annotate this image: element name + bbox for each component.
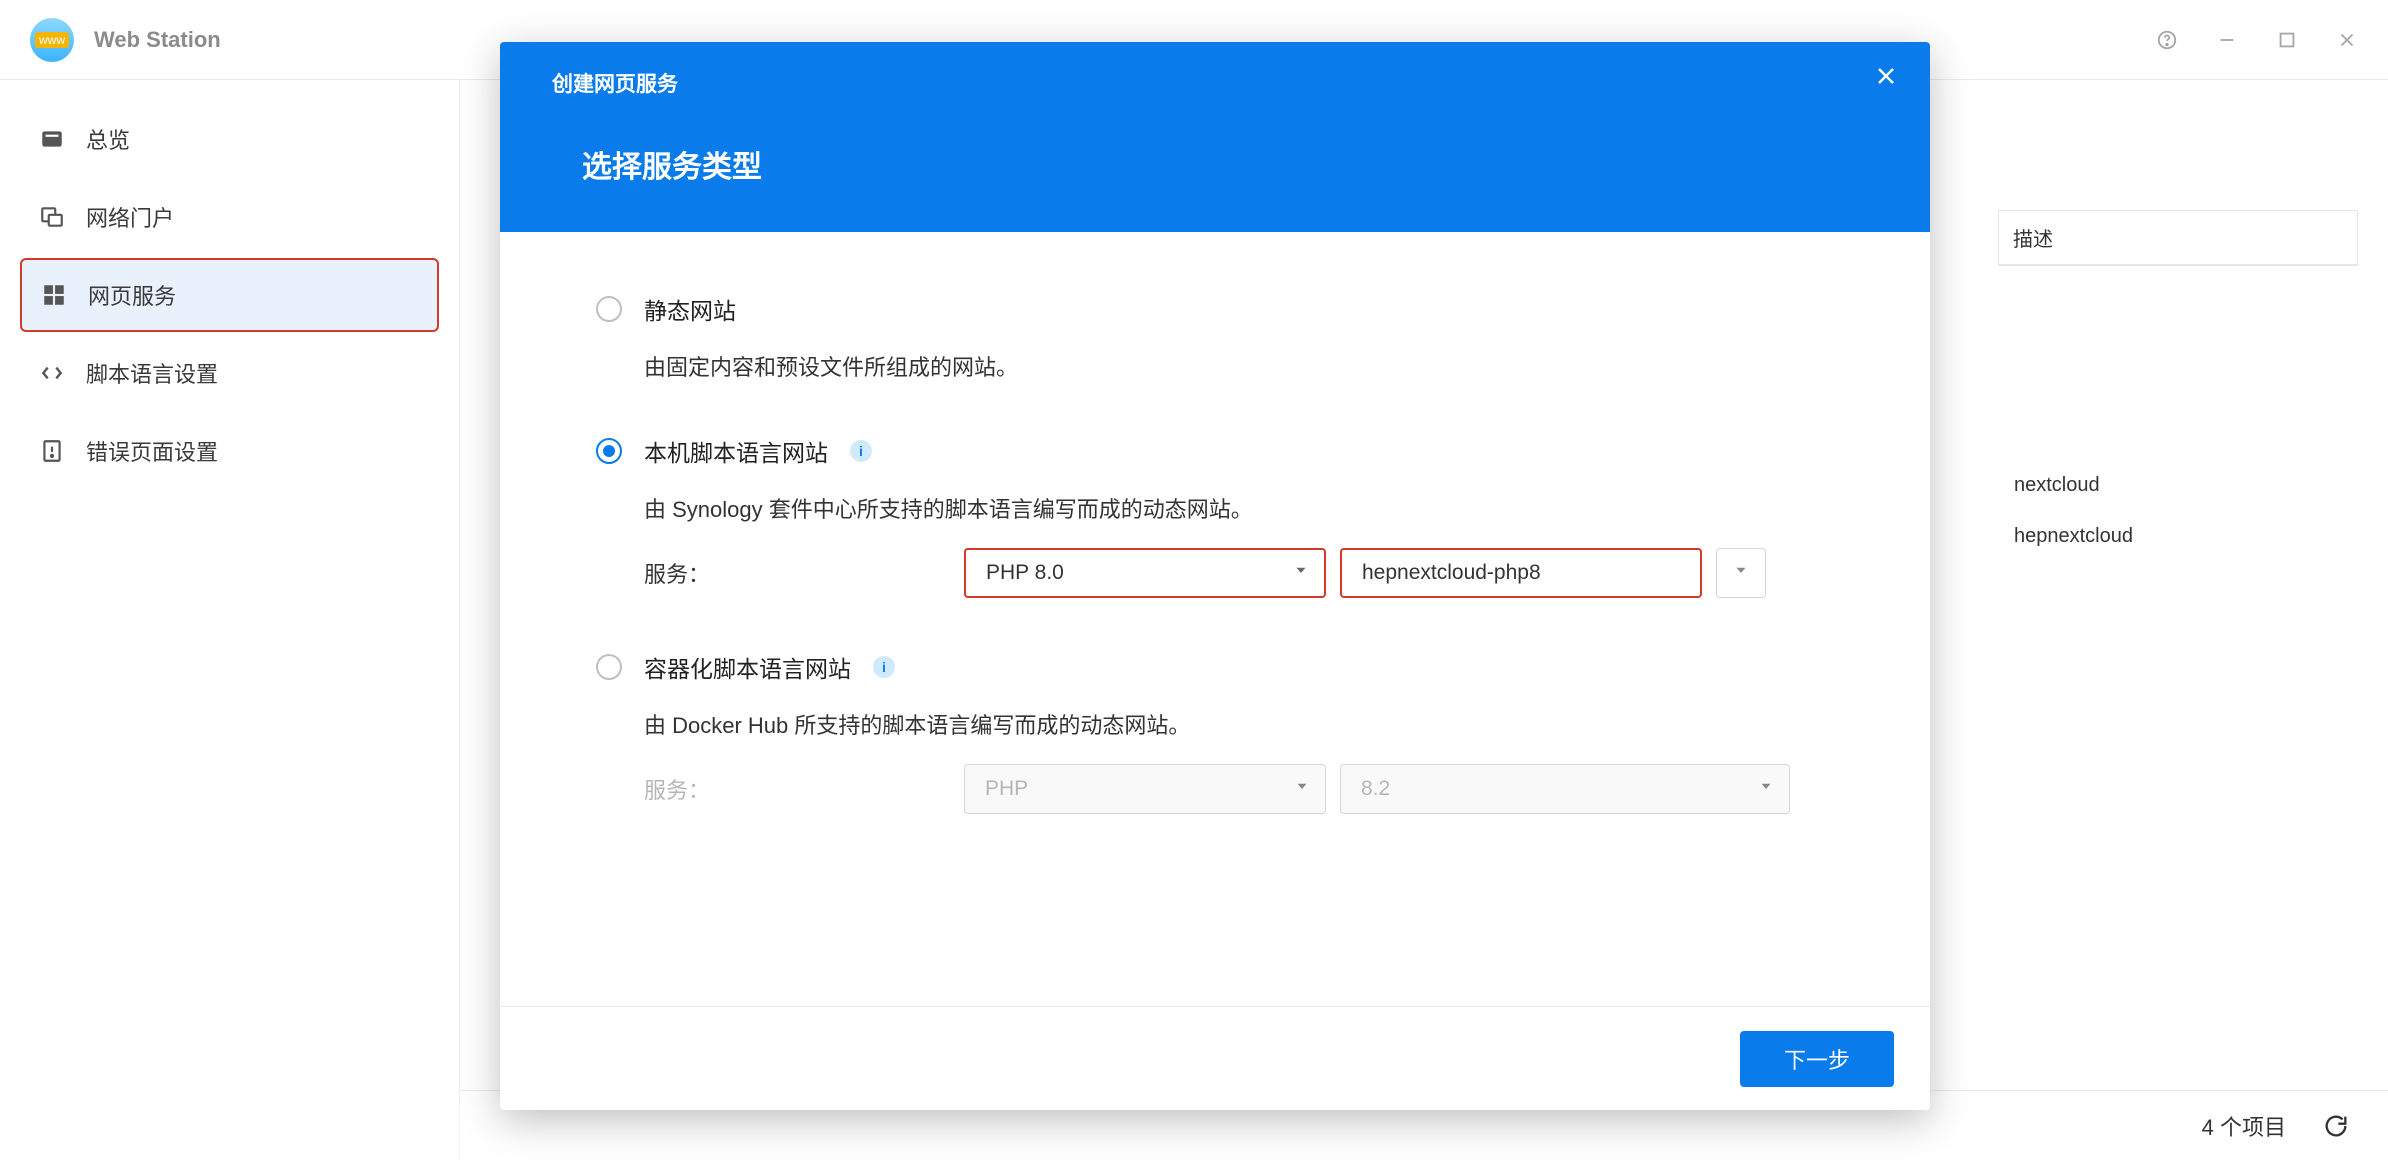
select-runtime[interactable]: PHP 8.0 xyxy=(964,548,1326,598)
close-window-icon[interactable] xyxy=(2336,29,2358,51)
status-item-count: 4 个项目 xyxy=(2202,1110,2286,1142)
sidebar-item-label: 错误页面设置 xyxy=(86,435,218,467)
option-label: 静态网站 xyxy=(644,292,736,326)
app-title: Web Station xyxy=(94,27,221,53)
radio-container-script[interactable] xyxy=(596,654,622,680)
modal-breadcrumb: 创建网页服务 xyxy=(552,68,1878,98)
overview-icon xyxy=(38,126,66,152)
error-page-icon xyxy=(38,438,66,464)
option-description: 由固定内容和预设文件所组成的网站。 xyxy=(644,350,1834,382)
modal-title: 选择服务类型 xyxy=(582,142,1878,186)
select-container-runtime: PHP xyxy=(964,764,1326,814)
sidebar: 总览 网络门户 网页服务 脚本语言设置 xyxy=(0,80,460,1160)
select-profile[interactable]: hepnextcloud-php8 xyxy=(1340,548,1702,598)
info-icon[interactable]: i xyxy=(850,440,872,462)
table-row[interactable]: nextcloud xyxy=(1998,460,2358,511)
select-profile-dropdown[interactable] xyxy=(1716,548,1766,598)
service-label: 服务： xyxy=(644,557,942,589)
reload-button[interactable] xyxy=(2322,1112,2350,1140)
sidebar-item-label: 网络门户 xyxy=(86,201,174,233)
table-rows: nextcloud hepnextcloud xyxy=(1998,460,2358,562)
modal-close-button[interactable] xyxy=(1874,64,1898,91)
select-value: PHP 8.0 xyxy=(986,561,1064,585)
minimize-icon[interactable] xyxy=(2216,29,2238,51)
chevron-down-icon xyxy=(1292,561,1310,585)
chevron-down-icon xyxy=(1293,777,1311,801)
sidebar-item-label: 总览 xyxy=(86,123,130,155)
modal-footer: 下一步 xyxy=(500,1006,1930,1110)
portal-icon xyxy=(38,204,66,230)
select-value: hepnextcloud-php8 xyxy=(1362,561,1541,585)
table-header-row: 描述 xyxy=(1998,210,2358,266)
script-icon xyxy=(38,360,66,386)
info-icon[interactable]: i xyxy=(873,656,895,678)
table-row[interactable]: hepnextcloud xyxy=(1998,511,2358,562)
chevron-down-icon xyxy=(1732,561,1750,585)
select-value: PHP xyxy=(985,777,1028,801)
sidebar-item-portal[interactable]: 网络门户 xyxy=(20,180,439,254)
option-container-script: 容器化脚本语言网站 i 由 Docker Hub 所支持的脚本语言编写而成的动态… xyxy=(596,650,1834,814)
option-label: 容器化脚本语言网站 xyxy=(644,650,851,684)
create-web-service-modal: 创建网页服务 选择服务类型 静态网站 由固定内容和预设文件所组成的网站。 本机脚… xyxy=(500,42,1930,1110)
service-label: 服务： xyxy=(644,773,942,805)
chevron-down-icon xyxy=(1757,777,1775,801)
modal-header: 创建网页服务 选择服务类型 xyxy=(500,42,1930,232)
help-icon[interactable] xyxy=(2156,29,2178,51)
sidebar-item-label: 网页服务 xyxy=(88,279,176,311)
modal-body: 静态网站 由固定内容和预设文件所组成的网站。 本机脚本语言网站 i 由 Syno… xyxy=(500,232,1930,1006)
app-logo: www xyxy=(30,18,74,62)
sidebar-item-label: 脚本语言设置 xyxy=(86,357,218,389)
sidebar-item-error-page[interactable]: 错误页面设置 xyxy=(20,414,439,488)
window-controls xyxy=(2156,29,2358,51)
sidebar-item-overview[interactable]: 总览 xyxy=(20,102,439,176)
table-header-description[interactable]: 描述 xyxy=(1998,210,2358,266)
option-static: 静态网站 由固定内容和预设文件所组成的网站。 xyxy=(596,292,1834,382)
maximize-icon[interactable] xyxy=(2276,29,2298,51)
option-description: 由 Synology 套件中心所支持的脚本语言编写而成的动态网站。 xyxy=(644,492,1834,524)
sidebar-item-web-services[interactable]: 网页服务 xyxy=(20,258,439,332)
select-container-version: 8.2 xyxy=(1340,764,1790,814)
radio-native-script[interactable] xyxy=(596,438,622,464)
next-button[interactable]: 下一步 xyxy=(1740,1031,1894,1087)
radio-static[interactable] xyxy=(596,296,622,322)
web-services-icon xyxy=(40,282,68,308)
select-value: 8.2 xyxy=(1361,777,1390,801)
option-description: 由 Docker Hub 所支持的脚本语言编写而成的动态网站。 xyxy=(644,708,1834,740)
option-native-script: 本机脚本语言网站 i 由 Synology 套件中心所支持的脚本语言编写而成的动… xyxy=(596,434,1834,598)
sidebar-item-script-settings[interactable]: 脚本语言设置 xyxy=(20,336,439,410)
option-label: 本机脚本语言网站 xyxy=(644,434,828,468)
